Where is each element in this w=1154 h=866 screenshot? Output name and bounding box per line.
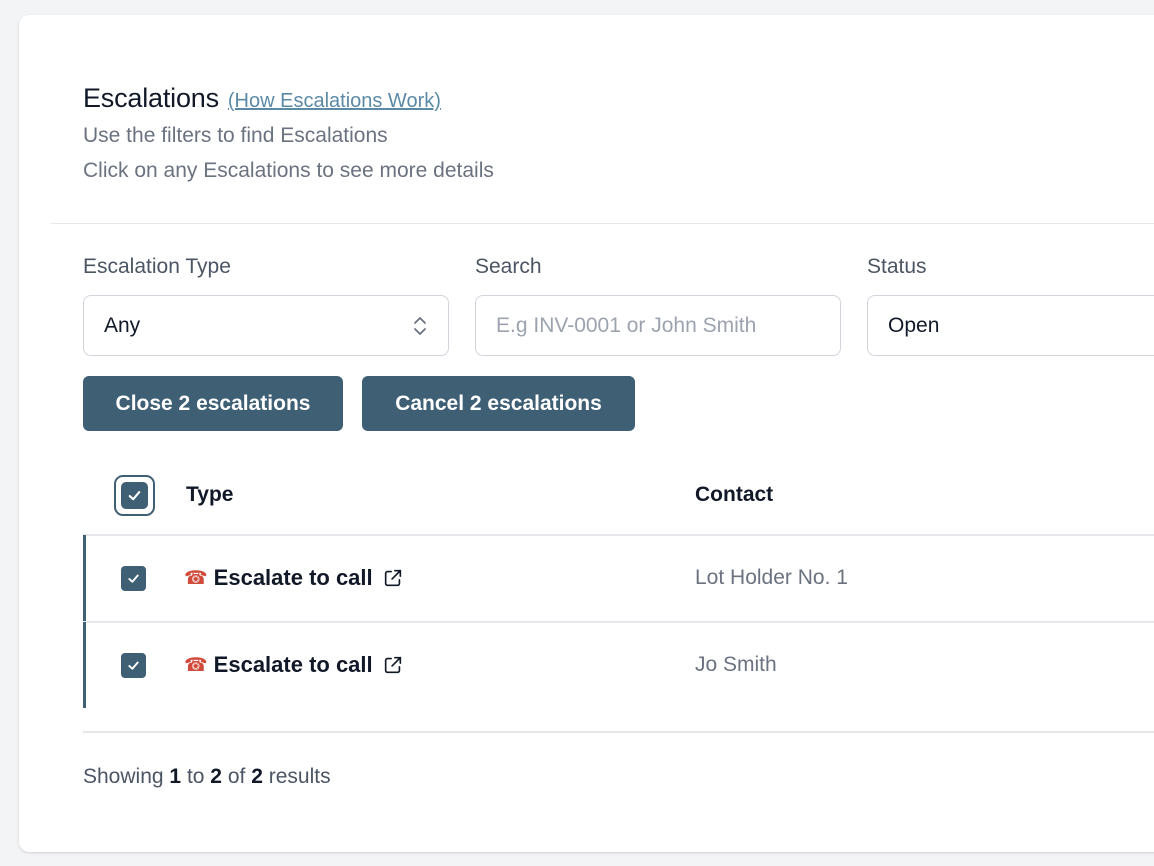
column-header-contact[interactable]: Contact xyxy=(695,483,773,507)
select-all-checkbox-fill xyxy=(121,482,148,509)
escalation-type-select[interactable]: Any xyxy=(83,295,449,356)
escalation-type-text: Escalate to call xyxy=(213,565,373,590)
telephone-icon: ☎ xyxy=(184,654,208,676)
status-select[interactable]: Open xyxy=(867,295,1154,356)
external-link-icon[interactable] xyxy=(382,654,404,676)
close-escalations-button[interactable]: Close 2 escalations xyxy=(83,376,343,431)
checkmark-icon xyxy=(128,661,139,670)
escalation-type-label: Escalation Type xyxy=(83,255,231,278)
escalation-type-text: Escalate to call xyxy=(213,652,373,677)
external-link-icon[interactable] xyxy=(382,567,404,589)
page-title: Escalations xyxy=(83,83,219,113)
checkmark-icon xyxy=(128,574,139,583)
title-line: Escalations (How Escalations Work) xyxy=(83,83,494,114)
search-input[interactable] xyxy=(496,313,840,338)
search-label: Search xyxy=(475,255,542,278)
pagination-total: 2 xyxy=(251,765,263,788)
how-escalations-work-link[interactable]: (How Escalations Work) xyxy=(228,90,441,113)
type-cell: ☎ Escalate to call xyxy=(184,535,404,621)
pagination-of-word: of xyxy=(227,765,246,788)
checkmark-icon xyxy=(128,491,141,501)
table-footer-divider xyxy=(83,731,1154,733)
row-checkbox[interactable] xyxy=(121,566,146,591)
cancel-escalations-button[interactable]: Cancel 2 escalations xyxy=(362,376,635,431)
telephone-icon: ☎ xyxy=(184,567,208,589)
pagination-suffix: results xyxy=(268,765,331,788)
pagination-to-word: to xyxy=(186,765,205,788)
pagination-to: 2 xyxy=(210,765,222,788)
row-checkbox[interactable] xyxy=(121,653,146,678)
select-all-checkbox[interactable] xyxy=(114,475,155,516)
type-cell: ☎ Escalate to call xyxy=(184,622,404,708)
table-row[interactable]: ☎ Escalate to call Jo Smith xyxy=(83,622,1154,708)
pagination-from: 1 xyxy=(169,765,182,788)
page-subtitle-details: Click on any Escalations to see more det… xyxy=(83,159,494,182)
column-header-type[interactable]: Type xyxy=(186,483,233,507)
contact-cell: Lot Holder No. 1 xyxy=(695,566,848,589)
escalation-type-value: Any xyxy=(104,313,141,337)
status-label: Status xyxy=(867,255,927,278)
table-row[interactable]: ☎ Escalate to call Lot Holder No. 1 xyxy=(83,535,1154,621)
pagination-prefix: Showing xyxy=(83,765,164,788)
status-value: Open xyxy=(888,313,940,337)
contact-cell: Jo Smith xyxy=(695,653,777,676)
page-subtitle-filters: Use the filters to find Escalations xyxy=(83,124,388,147)
select-arrows-icon xyxy=(414,317,426,335)
pagination-summary: Showing 1 to 2 of 2 results xyxy=(83,765,331,789)
page-header: Escalations (How Escalations Work) Use t… xyxy=(83,83,494,184)
escalations-card: Escalations (How Escalations Work) Use t… xyxy=(19,15,1154,852)
header-divider xyxy=(51,223,1154,224)
search-field xyxy=(475,295,841,356)
